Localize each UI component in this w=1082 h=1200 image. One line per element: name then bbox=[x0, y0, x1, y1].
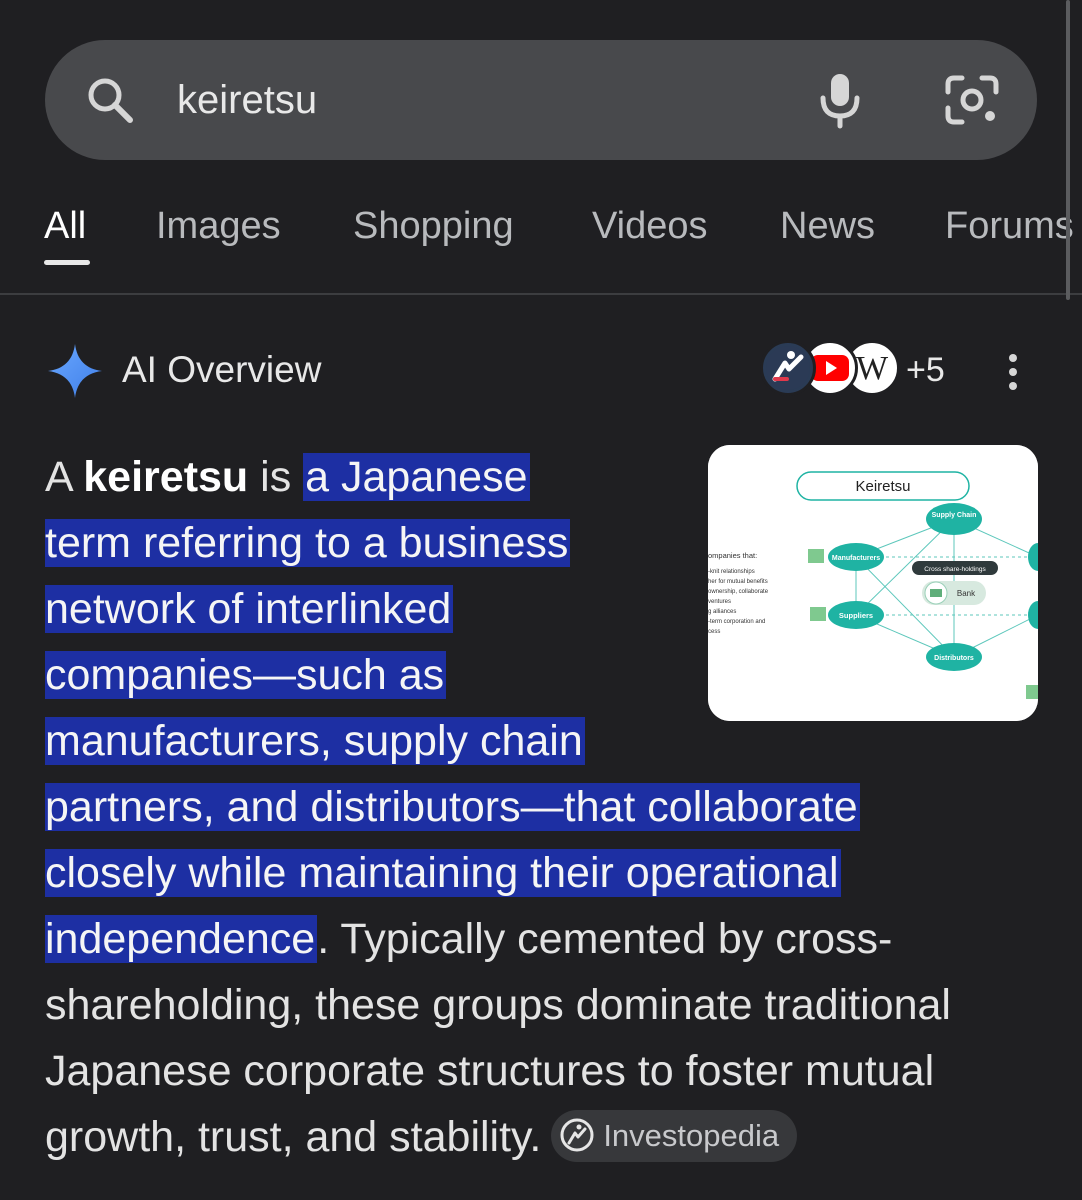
thumb-title: Keiretsu bbox=[855, 478, 910, 495]
text-span: is bbox=[248, 453, 304, 501]
tab-news[interactable]: News bbox=[780, 204, 875, 248]
highlighted-text[interactable]: a Japanese bbox=[303, 453, 530, 501]
tab-videos[interactable]: Videos bbox=[592, 204, 708, 248]
thumb-side-text: -knit relationships bbox=[708, 569, 755, 575]
text-line: partners, and distributors—that collabor… bbox=[45, 774, 1055, 840]
tab-all[interactable]: All bbox=[44, 204, 86, 248]
thumb-side-text: -term corporation and bbox=[708, 619, 765, 625]
thumb-side-text: ompanies that: bbox=[708, 551, 757, 560]
text-span: . Typically cemented by cross- bbox=[317, 915, 893, 963]
thumb-node-label: Distributors bbox=[934, 655, 974, 662]
highlighted-text[interactable]: companies—such as bbox=[45, 651, 447, 699]
source-icons[interactable]: W bbox=[760, 340, 910, 400]
text-line: independence. Typically cemented by cros… bbox=[45, 906, 1055, 972]
search-results-page: keiretsu All Images Shopping Videos News… bbox=[0, 0, 1082, 1200]
thumb-side-text: ventures bbox=[708, 599, 731, 605]
highlighted-text[interactable]: manufacturers, supply chain bbox=[45, 717, 585, 765]
text-span: A bbox=[45, 453, 84, 501]
highlighted-text[interactable]: independence bbox=[45, 915, 318, 963]
keyword-bold: keiretsu bbox=[83, 453, 249, 501]
text-line: growth, trust, and stability. Investopedi… bbox=[45, 1104, 1055, 1170]
highlighted-text[interactable]: network of interlinked bbox=[45, 585, 454, 633]
highlighted-text[interactable]: term referring to a business bbox=[45, 519, 571, 567]
more-sources-count[interactable]: +5 bbox=[906, 350, 945, 390]
search-input[interactable]: keiretsu bbox=[177, 72, 317, 128]
search-tabs: All Images Shopping Videos News Forums bbox=[0, 190, 1082, 294]
text-span: growth, trust, and stability. bbox=[45, 1113, 542, 1161]
scrollbar[interactable] bbox=[1066, 0, 1070, 300]
citation-chip[interactable]: Investopedia bbox=[551, 1109, 798, 1162]
microphone-icon[interactable] bbox=[812, 70, 868, 130]
investopedia-icon bbox=[560, 1118, 594, 1152]
gemini-spark-icon bbox=[48, 344, 102, 398]
thumb-side-text: ownership, collaborate bbox=[708, 589, 769, 595]
tab-images[interactable]: Images bbox=[156, 204, 281, 248]
thumb-node-label: Suppliers bbox=[839, 611, 873, 620]
active-tab-indicator bbox=[44, 260, 90, 265]
more-options-icon[interactable] bbox=[1000, 352, 1026, 392]
thumb-node-label: Bank bbox=[957, 589, 976, 598]
keiretsu-diagram-thumbnail[interactable]: Keiretsu Supply Chain Manufacturers Supp… bbox=[708, 445, 1038, 721]
text-line: Japanese corporate structures to foster … bbox=[45, 1047, 935, 1095]
highlighted-text[interactable]: closely while maintaining their operatio… bbox=[45, 849, 841, 897]
tab-forums[interactable]: Forums bbox=[945, 204, 1074, 248]
highlighted-text[interactable]: partners, and distributors—that collabor… bbox=[45, 783, 860, 831]
tab-shopping[interactable]: Shopping bbox=[353, 204, 514, 248]
thumb-node-label: Supply Chain bbox=[932, 512, 977, 519]
investopedia-icon[interactable] bbox=[760, 340, 816, 396]
google-lens-icon[interactable] bbox=[940, 70, 1004, 130]
ai-overview-title: AI Overview bbox=[122, 349, 322, 390]
search-icon[interactable] bbox=[82, 72, 138, 128]
text-line: shareholding, these groups dominate trad… bbox=[45, 981, 951, 1029]
thumb-side-text: cess bbox=[708, 629, 720, 635]
text-line: closely while maintaining their operatio… bbox=[45, 840, 1055, 906]
tabs-divider bbox=[0, 293, 1082, 295]
keiretsu-diagram: Keiretsu Supply Chain Manufacturers Supp… bbox=[708, 445, 1038, 721]
thumb-node-label: Cross share-holdings bbox=[924, 566, 986, 573]
thumb-side-text: g alliances bbox=[708, 609, 736, 615]
thumb-node-label: Manufacturers bbox=[832, 555, 880, 562]
thumb-side-text: her for mutual benefits bbox=[708, 579, 768, 585]
citation-label: Investopedia bbox=[603, 1117, 780, 1153]
